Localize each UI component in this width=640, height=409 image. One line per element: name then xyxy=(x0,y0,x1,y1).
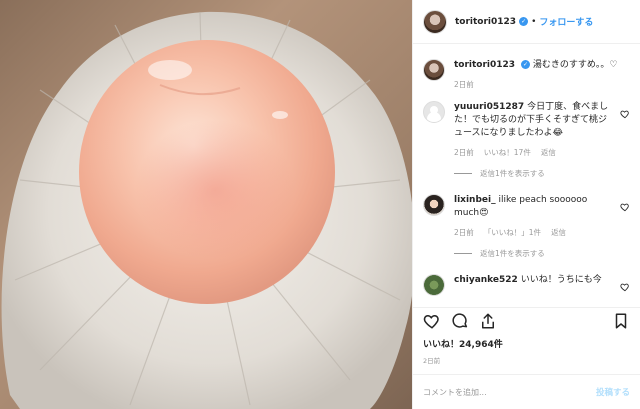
comment-like-heart-icon[interactable] xyxy=(620,109,630,119)
comment-item: chiyanke522 いいね！うちにも今 xyxy=(423,274,630,296)
view-replies-link[interactable]: 返信1件を表示する xyxy=(454,247,614,260)
comment-likes[interactable]: いいね！17件 xyxy=(484,146,531,159)
verified-badge-icon: ✓ xyxy=(519,17,529,26)
view-replies-label: 返信1件を表示する xyxy=(480,169,545,178)
post-timestamp[interactable]: 2日前 xyxy=(423,355,440,365)
separator-dot: • xyxy=(531,16,537,27)
comment-username[interactable]: yuuuri051287 xyxy=(454,102,524,112)
add-comment-bar: 投稿する xyxy=(413,374,640,409)
post-comment-button[interactable]: 投稿する xyxy=(596,386,630,398)
replies-line-divider xyxy=(454,253,472,254)
heart-icon[interactable] xyxy=(423,312,441,330)
share-icon[interactable] xyxy=(479,312,497,330)
view-replies-label: 返信1件を表示する xyxy=(480,249,545,258)
replies-line-divider xyxy=(454,173,472,174)
peach-on-plate-image xyxy=(1,11,412,409)
reply-button[interactable]: 返信 xyxy=(551,226,566,239)
comment-item: yuuuri051287 今日丁度、食べました！でも切るのが下手くそすぎて桃ジュ… xyxy=(423,101,630,180)
comment-item: lixinbei_ ilike peach soooooo much😍 2日前 … xyxy=(423,194,630,260)
follow-button[interactable]: フォローする xyxy=(539,15,593,28)
caption-time[interactable]: 2日前 xyxy=(454,78,474,91)
caption-text: 湯むきのすすめ。。♡ xyxy=(532,60,618,70)
post-sidebar: toritori0123 ✓ • フォローする toritori0123 ✓ 湯… xyxy=(412,0,640,409)
comment-likes[interactable]: 「いいね！」1件 xyxy=(484,226,541,239)
comment-username[interactable]: lixinbei_ xyxy=(454,195,496,205)
post-actions-bar xyxy=(413,307,640,333)
instagram-post-view: toritori0123 ✓ • フォローする toritori0123 ✓ 湯… xyxy=(0,0,640,409)
commenter-avatar[interactable] xyxy=(423,194,445,216)
author-avatar[interactable] xyxy=(423,9,447,34)
comment-input[interactable] xyxy=(423,387,596,397)
comment-like-heart-icon[interactable] xyxy=(620,282,630,292)
caption-username[interactable]: toritori0123 xyxy=(454,60,515,70)
peach-shape xyxy=(79,40,335,304)
comment-time[interactable]: 2日前 xyxy=(454,146,474,159)
author-username[interactable]: toritori0123 xyxy=(455,17,516,27)
commenter-avatar[interactable] xyxy=(423,101,445,123)
caption-row: toritori0123 ✓ 湯むきのすすめ。。♡ 2日前 xyxy=(423,59,630,91)
verified-badge-icon: ✓ xyxy=(520,60,530,69)
reply-button[interactable]: 返信 xyxy=(541,146,556,159)
post-header: toritori0123 ✓ • フォローする xyxy=(413,0,640,44)
likes-count[interactable]: いいね！24,964件 xyxy=(423,337,503,350)
comment-time[interactable]: 2日前 xyxy=(454,226,474,239)
bookmark-icon[interactable] xyxy=(612,312,630,330)
author-avatar-small[interactable] xyxy=(423,59,445,81)
view-replies-link[interactable]: 返信1件を表示する xyxy=(454,167,614,180)
post-photo[interactable] xyxy=(0,0,412,409)
comment-text: いいね！うちにも今 xyxy=(520,275,602,285)
commenter-avatar[interactable] xyxy=(423,274,445,296)
comment-icon[interactable] xyxy=(451,312,469,330)
comments-list[interactable]: toritori0123 ✓ 湯むきのすすめ。。♡ 2日前 yuuuri0512… xyxy=(413,45,640,307)
comment-like-heart-icon[interactable] xyxy=(620,202,630,212)
comment-username[interactable]: chiyanke522 xyxy=(454,275,518,285)
